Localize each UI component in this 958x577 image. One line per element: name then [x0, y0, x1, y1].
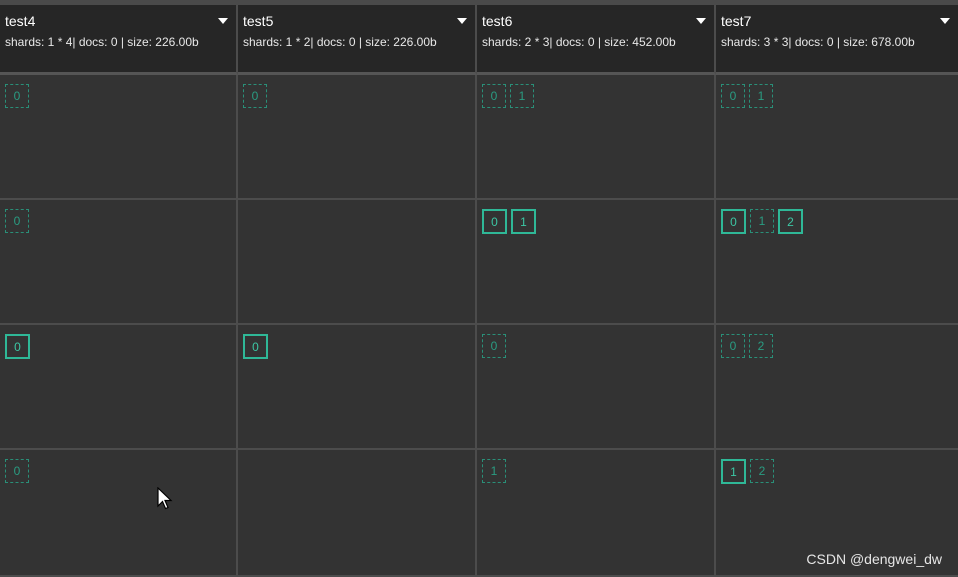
dropdown-caret-icon[interactable] — [457, 18, 467, 24]
node-row-2-test4: 0 — [0, 325, 238, 450]
shard-group: 02 — [721, 334, 773, 358]
shard-group: 01 — [721, 84, 773, 108]
node-row-3-test5 — [238, 450, 477, 577]
node-row-3-test6: 1 — [477, 450, 716, 577]
index-header-test5[interactable]: test5 shards: 1 * 2| docs: 0 | size: 226… — [238, 5, 477, 75]
node-row-0-test5: 0 — [238, 75, 477, 200]
watermark-text: CSDN @dengwei_dw — [806, 551, 942, 567]
index-name[interactable]: test7 — [721, 13, 751, 29]
index-header-test6[interactable]: test6 shards: 2 * 3| docs: 0 | size: 452… — [477, 5, 716, 75]
shard-group: 0 — [243, 334, 268, 359]
primary-shard-2[interactable]: 2 — [778, 209, 803, 234]
replica-shard-1[interactable]: 1 — [749, 84, 773, 108]
node-row-0-test4: 0 — [0, 75, 238, 200]
node-row-0-test6: 01 — [477, 75, 716, 200]
replica-shard-2[interactable]: 2 — [749, 334, 773, 358]
replica-shard-0[interactable]: 0 — [5, 459, 29, 483]
index-header-test4[interactable]: test4 shards: 1 * 4| docs: 0 | size: 226… — [0, 5, 238, 75]
shard-group: 12 — [721, 459, 774, 484]
shard-group: 0 — [5, 459, 29, 483]
replica-shard-1[interactable]: 1 — [482, 459, 506, 483]
primary-shard-1[interactable]: 1 — [511, 209, 536, 234]
shard-group: 0 — [5, 334, 30, 359]
shard-group: 0 — [5, 84, 29, 108]
index-name[interactable]: test6 — [482, 13, 512, 29]
node-row-1-test5 — [238, 200, 477, 325]
replica-shard-1[interactable]: 1 — [510, 84, 534, 108]
dropdown-caret-icon[interactable] — [940, 18, 950, 24]
primary-shard-0[interactable]: 0 — [243, 334, 268, 359]
index-stats: shards: 2 * 3| docs: 0 | size: 452.00b — [482, 35, 676, 49]
shard-group: 1 — [482, 459, 506, 483]
shard-group: 0 — [5, 209, 29, 233]
replica-shard-0[interactable]: 0 — [5, 84, 29, 108]
replica-shard-0[interactable]: 0 — [243, 84, 267, 108]
replica-shard-1[interactable]: 1 — [750, 209, 774, 233]
replica-shard-0[interactable]: 0 — [482, 334, 506, 358]
shard-group: 0 — [482, 334, 506, 358]
primary-shard-0[interactable]: 0 — [5, 334, 30, 359]
shard-grid: test4 shards: 1 * 4| docs: 0 | size: 226… — [0, 5, 958, 577]
index-stats: shards: 3 * 3| docs: 0 | size: 678.00b — [721, 35, 915, 49]
node-row-0-test7: 01 — [716, 75, 958, 200]
index-stats: shards: 1 * 2| docs: 0 | size: 226.00b — [243, 35, 437, 49]
index-name[interactable]: test4 — [5, 13, 35, 29]
primary-shard-0[interactable]: 0 — [482, 209, 507, 234]
replica-shard-0[interactable]: 0 — [5, 209, 29, 233]
index-stats: shards: 1 * 4| docs: 0 | size: 226.00b — [5, 35, 199, 49]
index-header-test7[interactable]: test7 shards: 3 * 3| docs: 0 | size: 678… — [716, 5, 958, 75]
node-row-2-test5: 0 — [238, 325, 477, 450]
replica-shard-0[interactable]: 0 — [482, 84, 506, 108]
shard-group: 01 — [482, 84, 534, 108]
shard-group: 0 — [243, 84, 267, 108]
node-row-1-test4: 0 — [0, 200, 238, 325]
node-row-1-test7: 012 — [716, 200, 958, 325]
cluster-overview: test4 shards: 1 * 4| docs: 0 | size: 226… — [0, 0, 958, 577]
node-row-2-test7: 02 — [716, 325, 958, 450]
replica-shard-0[interactable]: 0 — [721, 84, 745, 108]
node-row-2-test6: 0 — [477, 325, 716, 450]
dropdown-caret-icon[interactable] — [696, 18, 706, 24]
node-row-1-test6: 01 — [477, 200, 716, 325]
primary-shard-1[interactable]: 1 — [721, 459, 746, 484]
dropdown-caret-icon[interactable] — [218, 18, 228, 24]
node-row-3-test4: 0 — [0, 450, 238, 577]
primary-shard-0[interactable]: 0 — [721, 209, 746, 234]
replica-shard-0[interactable]: 0 — [721, 334, 745, 358]
shard-group: 012 — [721, 209, 803, 234]
shard-group: 01 — [482, 209, 536, 234]
replica-shard-2[interactable]: 2 — [750, 459, 774, 483]
index-name[interactable]: test5 — [243, 13, 273, 29]
